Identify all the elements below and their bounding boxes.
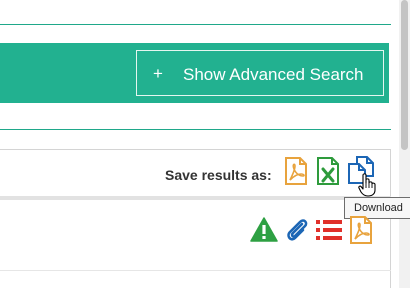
- result-pdf-button[interactable]: [349, 216, 373, 244]
- results-panel-separator: [0, 196, 391, 200]
- save-pdf-button[interactable]: [284, 157, 308, 185]
- pdf-file-icon: [285, 157, 307, 185]
- divider-mid: [0, 129, 391, 130]
- list-button[interactable]: [315, 218, 343, 242]
- save-results-label: Save results as:: [165, 167, 272, 183]
- plus-icon: +: [153, 64, 163, 83]
- pdf-file-icon: [350, 216, 372, 244]
- attachment-button[interactable]: [284, 216, 310, 244]
- paperclip-icon: [287, 219, 308, 241]
- warning-button[interactable]: [250, 217, 278, 242]
- results-panel-border: [0, 149, 391, 150]
- divider-top: [0, 24, 391, 25]
- warning-icon: [250, 217, 278, 242]
- show-advanced-search-button[interactable]: + Show Advanced Search: [136, 50, 384, 96]
- excel-file-icon: [317, 157, 339, 185]
- hand-cursor-icon: [358, 173, 376, 197]
- result-row-divider: [0, 270, 391, 271]
- list-icon: [316, 220, 342, 240]
- save-excel-button[interactable]: [316, 157, 340, 185]
- scrollbar-thumb[interactable]: [401, 0, 408, 150]
- show-advanced-search-label: Show Advanced Search: [183, 65, 364, 84]
